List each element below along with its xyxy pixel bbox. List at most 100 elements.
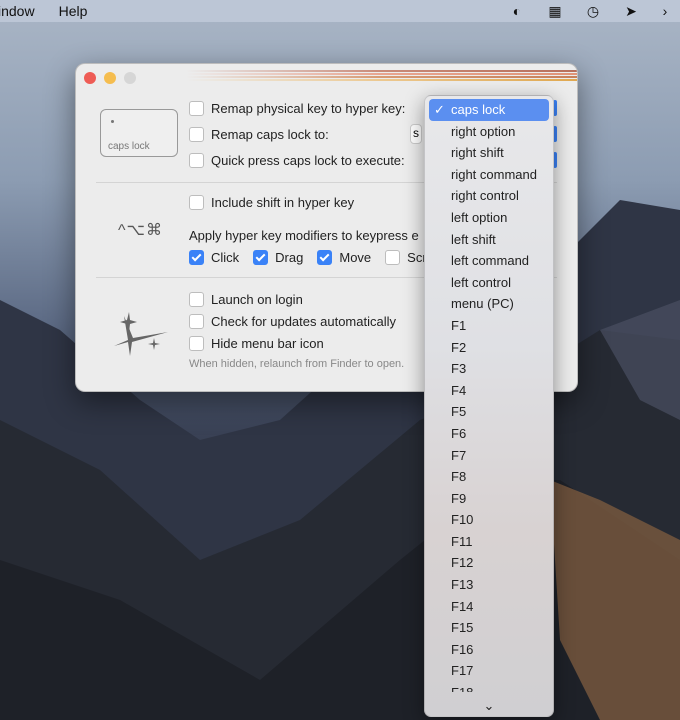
dropdown-item-label: F16 [451,641,474,657]
chevron-right-icon[interactable]: › [650,3,680,19]
hyper-key-dropdown-menu: ✓ caps lock right option right shift right c… [424,95,554,717]
dropdown-item-label: F2 [451,339,467,355]
key-preview-label: caps lock [108,141,150,152]
contrast-icon[interactable]: ◐ [498,3,536,19]
dropdown-item[interactable]: F12 [429,552,549,574]
dropdown-item[interactable]: right command [429,164,549,186]
dropdown-item[interactable]: F14 [429,596,549,618]
dropdown-item[interactable]: F10 [429,509,549,531]
apply-modifiers-label: Apply hyper key modifiers to keypress e [189,228,419,243]
caps-led-icon [111,120,114,123]
apply-modifiers-text: Apply hyper key modifiers to keypress e [189,228,419,243]
display-icon[interactable]: ▦ [536,3,574,20]
include-shift-row: Include shift in hyper key [189,195,354,210]
remap-caps-checkbox[interactable] [189,127,204,142]
dropdown-item-label: F14 [451,598,474,614]
quick-press-label: Quick press caps lock to execute: [211,153,405,168]
dropdown-item[interactable]: right control [429,185,549,207]
dropdown-item-label: left option [451,209,508,225]
dropdown-item[interactable]: F1 [429,315,549,337]
dropdown-item-label: right control [451,188,519,204]
title-stripes [186,70,577,84]
dropdown-item[interactable]: right option [429,121,549,143]
dropdown-item[interactable]: F3 [429,358,549,380]
key-preview: caps lock [100,109,178,157]
dropdown-item[interactable]: F17 [429,660,549,682]
check-updates-label: Check for updates automatically [211,314,396,329]
hide-icon-label: Hide menu bar icon [211,336,324,351]
dropdown-item[interactable]: ✓ caps lock [429,99,549,121]
dropdown-item-label: right command [451,166,537,182]
dropdown-item-label: F5 [451,404,467,420]
dropdown-item[interactable]: F7 [429,445,549,467]
include-shift-checkbox[interactable] [189,195,204,210]
dropdown-item-label: F10 [451,512,474,528]
dropdown-item[interactable]: F8 [429,466,549,488]
dropdown-item[interactable]: menu (PC) [429,293,549,315]
hide-icon-checkbox[interactable] [189,336,204,351]
launch-login-checkbox[interactable] [189,292,204,307]
dropdown-item-label: F4 [451,382,467,398]
dropdown-item-label: F17 [451,663,474,679]
close-button[interactable] [84,72,96,84]
dropdown-item[interactable]: F13 [429,574,549,596]
minimize-button[interactable] [104,72,116,84]
dropdown-item-label: F1 [451,317,467,333]
launch-login-label: Launch on login [211,292,303,307]
dropdown-item[interactable]: F2 [429,337,549,359]
telegram-icon[interactable]: ➤ [612,3,650,20]
dropdown-item-label: F3 [451,361,467,377]
dropdown-item[interactable]: right shift [429,142,549,164]
zoom-button[interactable] [124,72,136,84]
dropdown-item[interactable]: left control [429,272,549,294]
event-options-row: Click Drag Move Scro [189,250,434,265]
dropdown-item-label: F13 [451,577,474,593]
menu-bar: indow Help ◐ ▦ ◷ ➤ › [0,0,680,22]
dropdown-item[interactable]: F6 [429,423,549,445]
dropdown-item[interactable]: F15 [429,617,549,639]
drag-checkbox[interactable] [253,250,269,265]
dropdown-item-label: right shift [451,145,504,161]
scroll-down-icon[interactable]: ⌄ [425,698,553,714]
remap-physical-label: Remap physical key to hyper key: [211,101,406,116]
dropdown-item[interactable]: left command [429,250,549,272]
dropdown-item-label: F11 [451,533,473,549]
menu-help[interactable]: Help [59,3,100,19]
dropdown-item-label: F8 [451,469,467,485]
remap-caps-popup[interactable]: s [410,124,422,144]
modifier-symbols: ^⌥⌘ [118,222,163,239]
hide-icon-hint: When hidden, relaunch from Finder to ope… [189,358,405,370]
quick-press-row: Quick press caps lock to execute: [189,153,405,168]
remap-caps-label: Remap caps lock to: [211,127,329,142]
check-updates-checkbox[interactable] [189,314,204,329]
dropdown-item-label: F12 [451,555,474,571]
dropdown-item-label: menu (PC) [451,296,514,312]
check-updates-row: Check for updates automatically [189,314,396,329]
dropdown-item-label: right option [451,123,516,139]
menu-window[interactable]: indow [0,3,47,19]
dropdown-item[interactable]: F4 [429,380,549,402]
launch-login-row: Launch on login [189,292,303,307]
dropdown-item[interactable]: F11 [429,531,549,553]
dropdown-item-label: F6 [451,425,467,441]
drag-label: Drag [275,250,304,265]
dropdown-item[interactable]: F9 [429,488,549,510]
click-checkbox[interactable] [189,250,204,265]
dropdown-item[interactable]: left option [429,207,549,229]
quick-press-checkbox[interactable] [189,153,204,168]
dropdown-item-label: F9 [451,490,467,506]
dropdown-item-label: caps lock [451,102,506,117]
dropdown-item-label: left shift [451,231,496,247]
dropdown-item-label: F7 [451,447,467,463]
dropdown-item[interactable]: F5 [429,401,549,423]
dropdown-item[interactable]: F16 [429,639,549,661]
scroll-checkbox[interactable] [385,250,401,265]
move-checkbox[interactable] [317,250,333,265]
time-machine-icon[interactable]: ◷ [574,3,612,20]
dropdown-item-label: left command [451,253,530,269]
remap-physical-checkbox[interactable] [189,101,204,116]
checkmark-icon: ✓ [434,102,445,117]
move-label: Move [339,250,372,265]
dropdown-item[interactable]: left shift [429,229,549,251]
sparkle-icon [114,312,168,356]
